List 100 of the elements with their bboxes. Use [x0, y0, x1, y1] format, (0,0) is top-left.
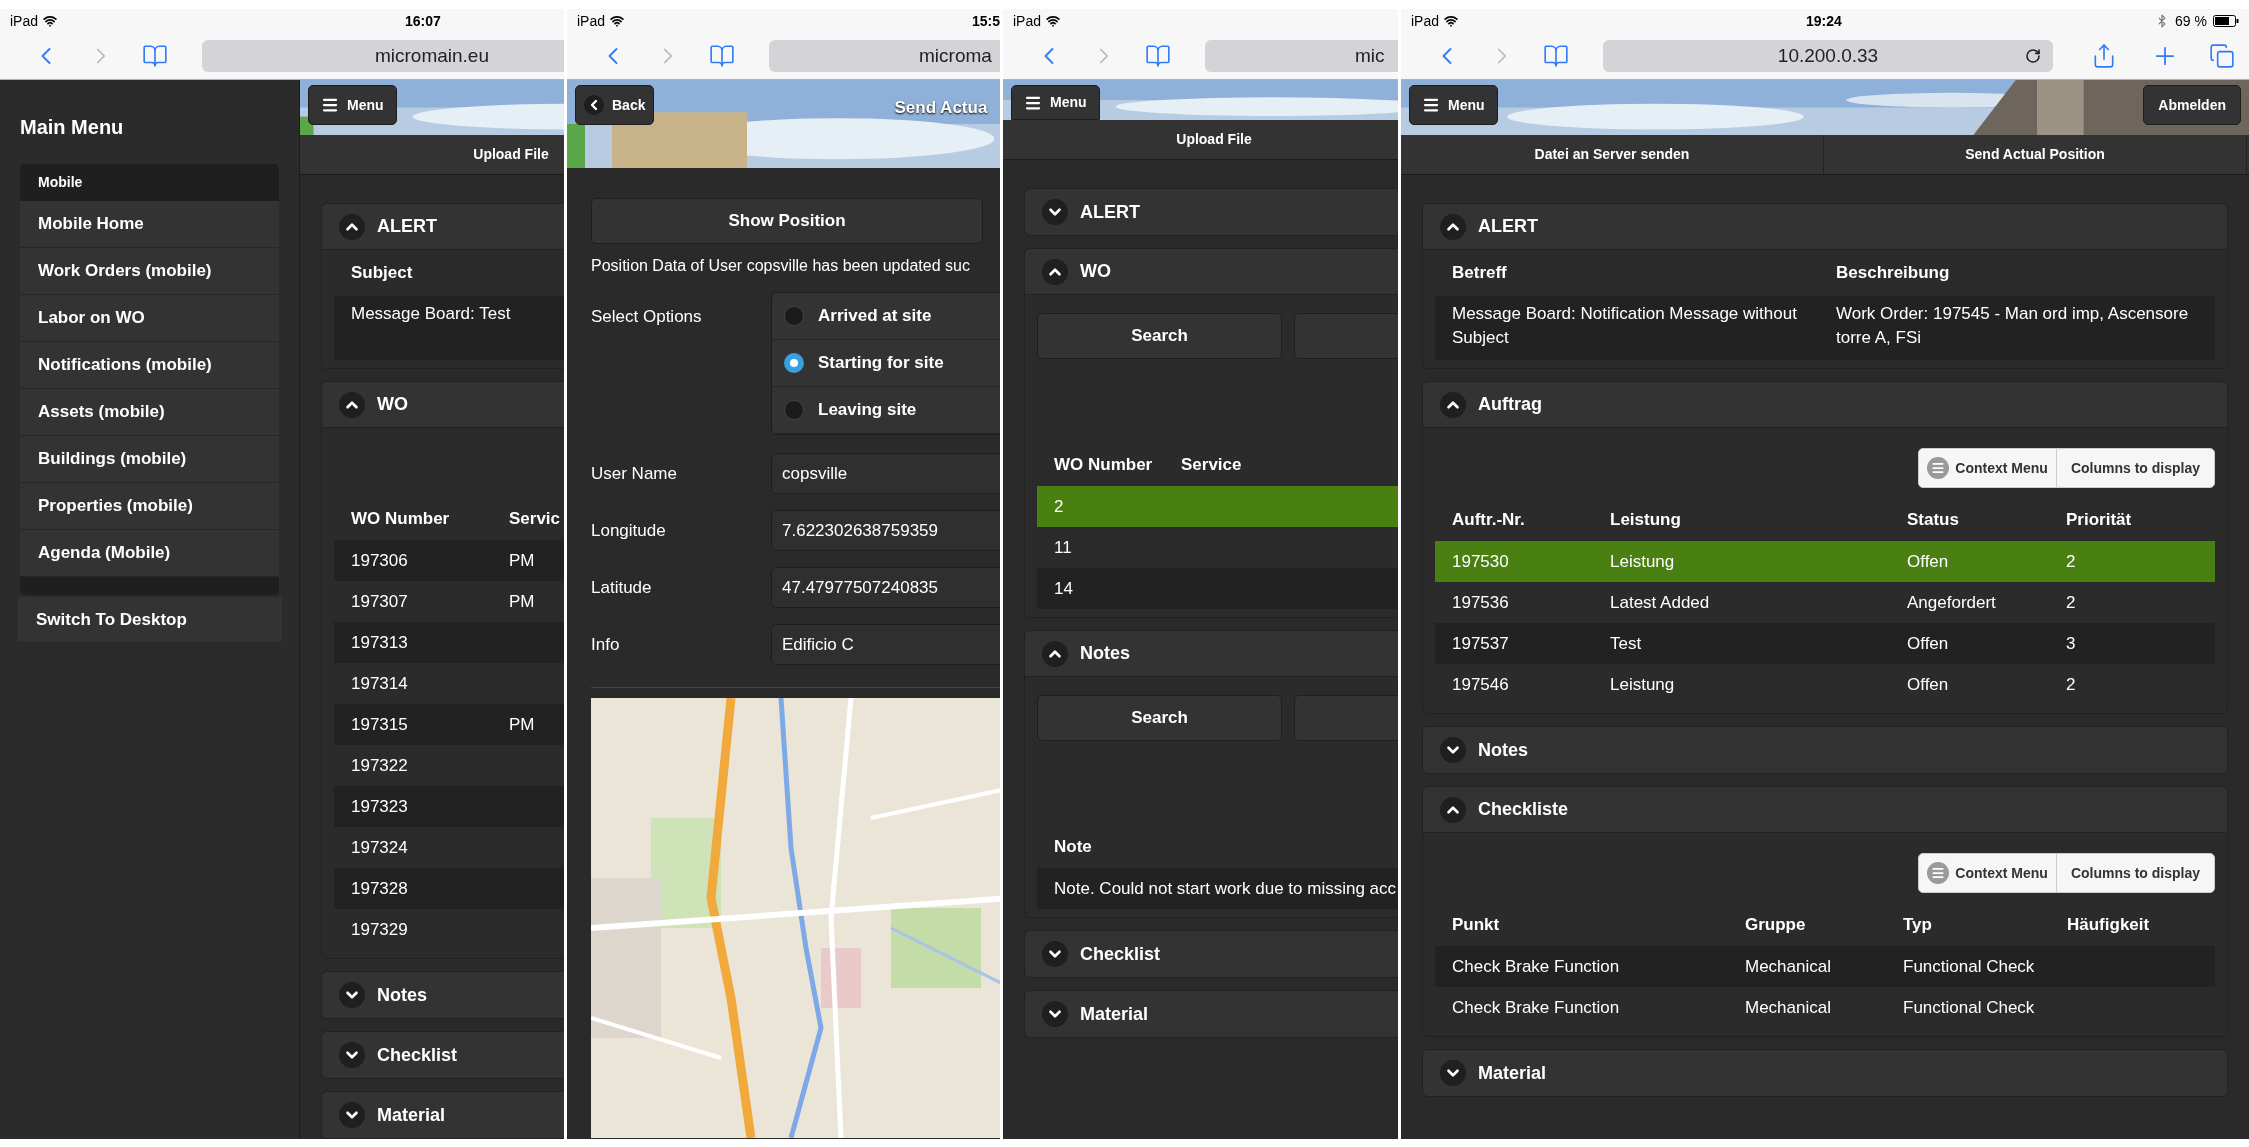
nav-button[interactable]: Send Actual Position	[1824, 135, 2247, 174]
table-row[interactable]: 197530 Leistung Offen 2	[1435, 541, 2215, 582]
section-header[interactable]: Checklist	[1025, 931, 1398, 977]
section-header[interactable]: WO	[1025, 249, 1398, 295]
section-header[interactable]: ALERT	[1423, 204, 2227, 250]
logout-button[interactable]: Abmelden	[2143, 85, 2241, 125]
bookmarks-icon[interactable]	[1145, 43, 1171, 69]
sidebar-item[interactable]: Work Orders (mobile)	[20, 248, 279, 295]
section-header[interactable]: Notes	[1423, 727, 2227, 773]
device-name: iPad	[577, 11, 606, 31]
text-field[interactable]: 47.47977507240835	[771, 567, 1000, 608]
radio-button[interactable]	[784, 306, 804, 326]
sidebar-item[interactable]: Labor on WO	[20, 295, 279, 342]
radio-button[interactable]	[784, 353, 804, 373]
table-row[interactable]: 2	[1037, 486, 1398, 527]
wifi-icon	[1444, 14, 1459, 28]
chevron-down-icon	[339, 982, 365, 1008]
column-header: Beschreibung	[1836, 262, 1951, 285]
table-row[interactable]: 197313	[334, 622, 564, 663]
table-cell-text: Angefordert	[1907, 591, 1997, 614]
section-header[interactable]: Auftrag	[1423, 382, 2227, 428]
sidebar-group-header: Mobile	[20, 164, 279, 201]
section-header[interactable]: Notes	[322, 972, 564, 1018]
columns-button[interactable]: Columns to display	[2056, 449, 2214, 487]
table-row[interactable]: Note. Could not start work due to missing acc	[1037, 868, 1398, 909]
sidebar-item[interactable]: Switch To Desktop	[18, 597, 282, 643]
table-cell-text: Message Board: Test	[351, 303, 512, 325]
section-header[interactable]: WO	[322, 382, 564, 428]
context-menu-button[interactable]: Context Menu	[1919, 854, 2057, 892]
address-field[interactable]: micromain.eu	[202, 40, 564, 72]
column-header: Betreff	[1452, 262, 1508, 285]
sidebar-item[interactable]: Mobile Home	[20, 201, 279, 248]
table-cell-text: Message Board: Notification Message without Subject	[1452, 303, 1798, 349]
table-row[interactable]: 197306 PM	[334, 540, 564, 581]
table-row[interactable]: 197315 PM	[334, 704, 564, 745]
address-field[interactable]: 10.200.0.33	[1603, 40, 2053, 72]
table-cell-text: 2	[1054, 495, 1065, 518]
sidebar-item[interactable]: Buildings (mobile)	[20, 436, 279, 483]
sidebar-item[interactable]: Agenda (Mobile)	[20, 530, 279, 577]
show-position-button[interactable]: Show Position	[591, 198, 983, 244]
wifi-icon	[43, 14, 58, 28]
column-header: Punkt	[1452, 914, 1501, 937]
address-field[interactable]: microma	[769, 40, 1000, 72]
table-cell-text: 197536	[1452, 591, 1510, 614]
chevron-down-icon	[1440, 1060, 1466, 1086]
column-header: WO Number	[1054, 454, 1154, 477]
table-row[interactable]: 197323	[334, 786, 564, 827]
columns-button[interactable]: Columns to display	[2056, 854, 2214, 892]
table-cell-text: 197329	[351, 918, 409, 941]
chevron-left-icon	[584, 95, 604, 115]
section-header[interactable]: Notes	[1025, 631, 1398, 677]
reload-icon[interactable]	[2025, 48, 2041, 64]
chevron-down-icon	[339, 1042, 365, 1068]
section-header[interactable]: ALERT	[1025, 189, 1398, 235]
table-cell-text: 197537	[1452, 632, 1510, 655]
field-label: Info	[591, 633, 621, 656]
table-cell-text: 197530	[1452, 550, 1510, 573]
wifi-icon	[610, 14, 625, 28]
text-field[interactable]: 7.622302638759359	[771, 510, 1000, 551]
address-field[interactable]: mic	[1205, 40, 1398, 72]
table-row[interactable]: 197328	[334, 868, 564, 909]
battery-icon	[2213, 15, 2239, 27]
table-row[interactable]: Message Board: Test	[334, 296, 564, 360]
tabs-icon[interactable]	[2209, 43, 2235, 69]
sidebar-item[interactable]: Properties (mobile)	[20, 483, 279, 530]
sidebar-item[interactable]: Notifications (mobile)	[20, 342, 279, 389]
section-header[interactable]: Checklist	[322, 1032, 564, 1078]
table-row[interactable]: 197537 Test Offen 3	[1435, 623, 2215, 664]
menu-button[interactable]: Menu	[1409, 85, 1498, 125]
chevron-up-icon	[339, 391, 365, 418]
table-cell-text: 197322	[351, 754, 409, 777]
table-cell-text: PM	[509, 549, 536, 572]
back-button[interactable]: Back	[575, 85, 655, 125]
nav-button[interactable]: Datei an Server senden	[1401, 135, 1824, 174]
table-cell-text: Offen	[1907, 550, 1950, 573]
table-row[interactable]: 14	[1037, 568, 1398, 609]
table-cell-text: 14	[1054, 577, 1074, 600]
section-header[interactable]: Material	[322, 1092, 564, 1138]
menu-button[interactable]: Menu	[1011, 85, 1100, 120]
section-header[interactable]: Material	[1423, 1050, 2227, 1096]
radio-button[interactable]	[784, 400, 804, 420]
bookmarks-icon[interactable]	[1543, 43, 1569, 69]
text-field[interactable]: Edificio C	[771, 624, 1000, 665]
bookmarks-icon[interactable]	[142, 43, 168, 69]
chevron-up-icon	[1440, 796, 1466, 823]
table-cell-text: Mechanical	[1745, 996, 1832, 1019]
context-menu-button[interactable]: Context Menu	[1919, 449, 2057, 487]
menu-button[interactable]: Menu	[308, 85, 397, 125]
column-header: Auftr.-Nr.	[1452, 509, 1526, 532]
section-header[interactable]: Checkliste	[1423, 787, 2227, 833]
sidebar-item[interactable]: Assets (mobile)	[20, 389, 279, 436]
bookmarks-icon[interactable]	[709, 43, 735, 69]
menu-icon	[321, 96, 339, 114]
section-header[interactable]: Material	[1025, 991, 1398, 1037]
text-field[interactable]: copsville	[771, 453, 1000, 494]
table-row[interactable]: Check Brake Function Mechanical Functional Check	[1435, 946, 2215, 987]
table-row[interactable]: Message Board: Notification Message without Subject Work Order: 197545 - Man ord imp, Ascensore torre A, FSi	[1435, 296, 2215, 360]
section-header[interactable]: ALERT	[322, 204, 564, 250]
search-button[interactable]: Search	[1037, 695, 1282, 741]
search-button[interactable]: Search	[1037, 313, 1282, 359]
